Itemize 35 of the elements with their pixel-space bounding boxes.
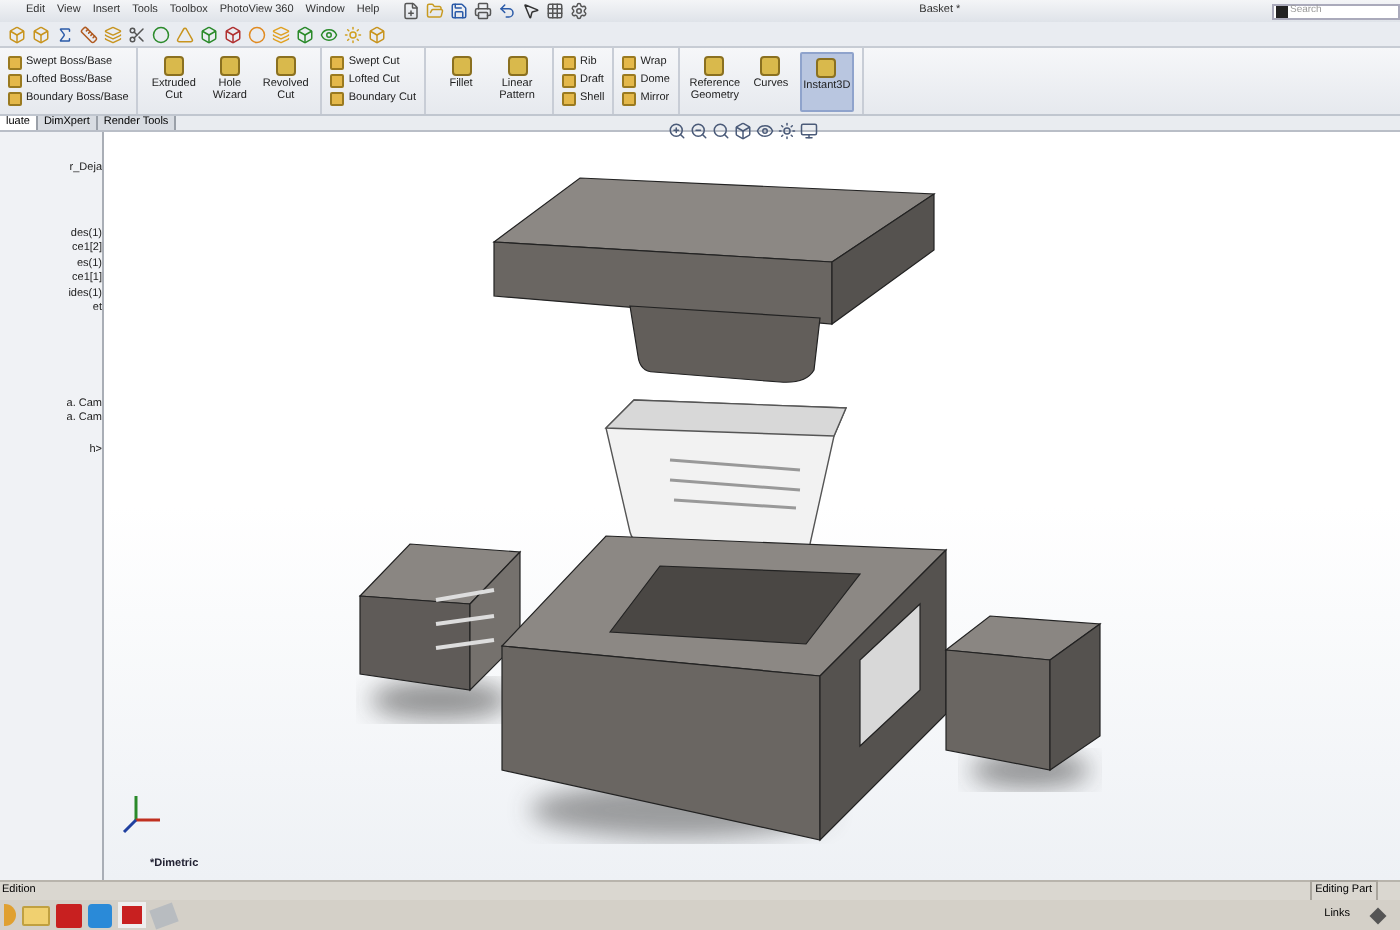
- active-app-icon[interactable]: [118, 902, 146, 928]
- grid-icon[interactable]: [545, 2, 564, 20]
- eye-icon[interactable]: [756, 122, 774, 140]
- search-icon[interactable]: [712, 122, 730, 140]
- feature-icon: [451, 56, 472, 76]
- pointer-icon[interactable]: [521, 2, 540, 20]
- cube-icon[interactable]: [734, 122, 752, 140]
- eye-icon[interactable]: [320, 25, 338, 43]
- circle-icon[interactable]: [152, 25, 170, 43]
- printer-icon[interactable]: [473, 2, 492, 20]
- cube-icon[interactable]: [296, 25, 314, 43]
- search-icon: [1276, 5, 1288, 17]
- feature-icon: [704, 56, 725, 76]
- ruler-icon[interactable]: [80, 25, 98, 43]
- cube-icon[interactable]: [200, 25, 218, 43]
- app-tile-icon[interactable]: [88, 903, 112, 927]
- new-file-icon[interactable]: [401, 2, 420, 20]
- settings-icon[interactable]: [569, 2, 588, 20]
- zoom-out-icon[interactable]: [690, 122, 708, 140]
- undo-icon[interactable]: [497, 2, 516, 20]
- sun-icon[interactable]: [778, 122, 796, 140]
- axis-triad-icon: [120, 792, 164, 836]
- cube-icon[interactable]: [224, 25, 242, 43]
- feature-icon: [219, 56, 240, 76]
- feature-icon: [816, 58, 837, 78]
- feature-icon: [507, 56, 528, 76]
- monitor-icon[interactable]: [800, 122, 818, 140]
- feature-icon: [275, 56, 296, 76]
- sigma-icon[interactable]: [56, 25, 74, 43]
- feature-icon: [163, 56, 184, 76]
- zoom-in-icon[interactable]: [668, 122, 686, 140]
- feature-icon: [760, 56, 781, 76]
- app-icon[interactable]: [56, 903, 82, 927]
- scissors-icon[interactable]: [128, 25, 146, 43]
- save-icon[interactable]: [449, 2, 468, 20]
